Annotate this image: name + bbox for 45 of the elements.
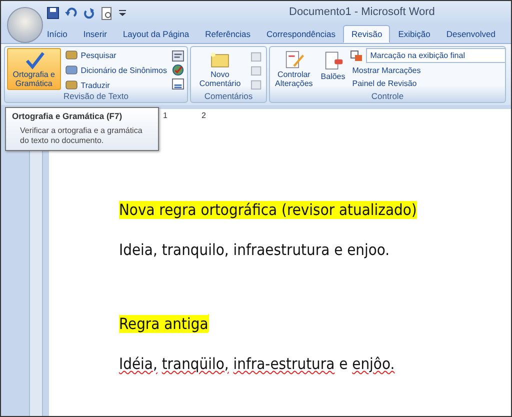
ribbon-tab[interactable]: Desenvolved — [438, 25, 504, 43]
delete-comment-icon — [250, 50, 264, 62]
previous-comment-icon — [250, 64, 264, 76]
language-icon[interactable] — [171, 64, 185, 76]
undo-icon[interactable] — [65, 7, 77, 19]
markup-dropdown[interactable]: Marcação na exibição final — [366, 48, 505, 63]
reviewing-pane-button[interactable]: Painel de Revisão — [350, 78, 505, 90]
toolbar-icon — [64, 49, 78, 61]
next-comment-icon — [250, 78, 264, 90]
ribbon-command[interactable]: Traduzir — [62, 78, 169, 91]
ribbon-tab[interactable]: Correspondências — [258, 25, 344, 43]
ribbon-command[interactable]: Pesquisar — [62, 48, 169, 62]
ruler-number: 1 — [163, 110, 168, 120]
save-icon[interactable] — [47, 7, 59, 19]
show-markup-button[interactable]: Mostrar Marcações — [350, 64, 505, 76]
paragraph: Idéia, tranqüilo, infra-estrutura e enjôo. — [119, 355, 396, 373]
paragraph: Ideia, tranquilo, infraestrutura e enjoo. — [119, 241, 391, 259]
ribbon-tab[interactable]: Layout da Página — [114, 25, 198, 43]
ribbon-tab[interactable]: Referências — [197, 25, 258, 43]
tooltip-text: Verificar a ortografia e a gramática do texto no documento. — [19, 126, 144, 146]
ribbon-tab[interactable]: Revisão — [343, 25, 390, 43]
redo-icon[interactable] — [83, 7, 95, 19]
spelling-button[interactable]: Ortografia e Gramática — [7, 48, 61, 90]
note-icon — [208, 50, 232, 70]
group-label: Comentários — [203, 91, 254, 102]
customize-icon[interactable] — [119, 9, 126, 17]
markup-icon — [350, 50, 364, 62]
new-comment-button[interactable]: Novo Comentário — [193, 48, 247, 90]
print-preview-icon[interactable] — [101, 6, 113, 20]
ribbon-tab[interactable]: Exibição — [390, 25, 438, 43]
highlighted-paragraph: Regra antiga — [119, 314, 210, 333]
track-changes-button[interactable]: Controlar Alterações — [272, 48, 316, 90]
group-label: Revisão de Texto — [62, 91, 130, 102]
spelling-status-icon[interactable] — [171, 78, 185, 90]
ribbon-tab[interactable]: Início — [39, 25, 76, 43]
ribbon-command[interactable]: Dicionário de Sinônimos — [62, 63, 169, 77]
word-count-icon[interactable] — [171, 50, 185, 62]
ruler-number: 2 — [201, 110, 206, 120]
highlighted-paragraph: Nova regra ortográfica (revisor atualizado) — [119, 201, 418, 219]
tooltip-title: Ortografia e Gramática (F7) — [12, 111, 124, 121]
window-title: Documento1 - Microsoft Word — [289, 6, 435, 18]
toolbar-icon — [64, 79, 78, 91]
group-label: Controle — [370, 91, 405, 102]
balloons-button[interactable]: Balões — [318, 48, 348, 90]
ribbon-tab[interactable]: Inserir — [75, 25, 115, 43]
